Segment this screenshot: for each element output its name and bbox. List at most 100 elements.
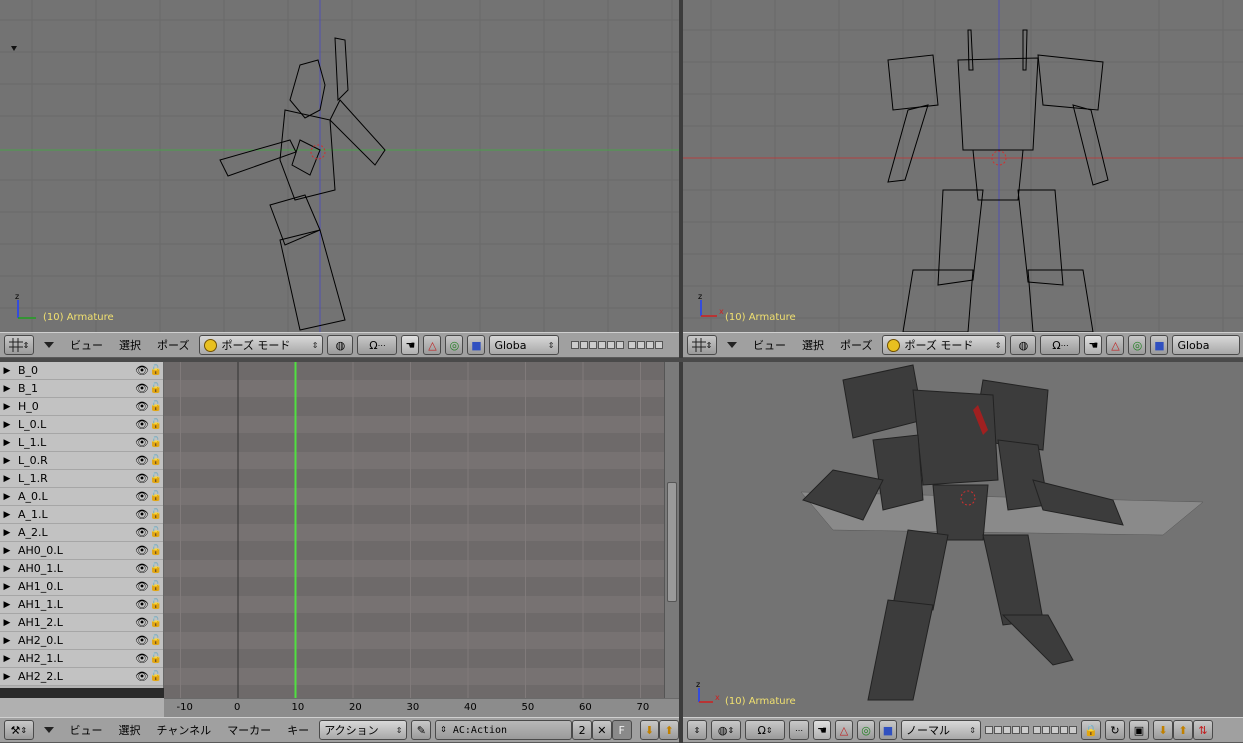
eye-icon[interactable]: 👁 (135, 364, 149, 377)
viewport-side[interactable]: z (10) Armature (0, 0, 679, 332)
draw-type-button[interactable]: ◍ (327, 335, 354, 355)
menu-select[interactable]: 選択 (796, 337, 830, 353)
editor-type-button[interactable]: ⇕ (4, 335, 34, 355)
channel-row[interactable]: ▶ L_0.L 👁 🔓 (0, 416, 163, 434)
lock-icon[interactable]: 🔓 (149, 455, 163, 466)
action-name-field[interactable]: ⇕ AC:Action (435, 720, 573, 740)
channel-row[interactable]: ▶ B_0 👁 🔓 (0, 362, 163, 380)
lock-icon[interactable]: 🔓 (149, 473, 163, 484)
translate-manipulator[interactable]: △ (1106, 335, 1125, 355)
opengl-render-button[interactable]: ▣ (1129, 720, 1149, 740)
channel-row[interactable]: ▶ AH1_1.L 👁 🔓 (0, 596, 163, 614)
layer-buttons-2[interactable] (628, 341, 664, 349)
eye-icon[interactable]: 👁 (135, 490, 149, 503)
expand-triangle-icon[interactable]: ▶ (0, 636, 14, 646)
area-divider-vertical[interactable] (679, 0, 683, 743)
expand-triangle-icon[interactable]: ▶ (0, 618, 14, 628)
collapse-menu-icon[interactable] (43, 727, 54, 733)
vertical-scrollbar[interactable] (664, 362, 679, 698)
menu-pose[interactable]: ポーズ (151, 337, 195, 353)
channel-row[interactable]: ▶ AH0_0.L 👁 🔓 (0, 542, 163, 560)
collapse-menu-icon[interactable] (727, 342, 737, 348)
paste-pose-button[interactable]: ⬆ (659, 720, 679, 740)
lock-icon[interactable]: 🔓 (149, 365, 163, 376)
lock-icon[interactable]: 🔓 (149, 563, 163, 574)
action-users-count[interactable]: 2 (572, 720, 593, 740)
action-browse-button[interactable]: ✎ (411, 720, 432, 740)
expand-triangle-icon[interactable]: ▶ (0, 402, 14, 412)
eye-icon[interactable]: 👁 (135, 562, 149, 575)
channel-row[interactable]: ▶ AH2_1.L 👁 🔓 (0, 650, 163, 668)
lock-layers-button[interactable]: 🔒 (1081, 720, 1101, 740)
menu-marker[interactable]: マーカー (221, 722, 277, 738)
channel-row[interactable]: ▶ L_1.L 👁 🔓 (0, 434, 163, 452)
collapse-menu-icon[interactable] (44, 342, 54, 348)
translate-manipulator[interactable]: △ (423, 335, 442, 355)
eye-icon[interactable]: 👁 (135, 472, 149, 485)
lock-icon[interactable]: 🔓 (149, 401, 163, 412)
snap-button[interactable]: ⋯ (789, 720, 809, 740)
eye-icon[interactable]: 👁 (135, 544, 149, 557)
lock-icon[interactable]: 🔓 (149, 527, 163, 538)
eye-icon[interactable]: 👁 (135, 382, 149, 395)
menu-channel[interactable]: チャンネル (151, 722, 218, 738)
eye-icon[interactable]: 👁 (135, 580, 149, 593)
lock-icon[interactable]: 🔓 (149, 383, 163, 394)
expand-triangle-icon[interactable]: ▶ (0, 510, 14, 520)
pivot-button[interactable]: Ω ⋯ (1040, 335, 1081, 355)
menu-select[interactable]: 選択 (113, 722, 147, 738)
lock-icon[interactable]: 🔓 (149, 635, 163, 646)
expand-triangle-icon[interactable]: ▶ (0, 474, 14, 484)
lock-icon[interactable]: 🔓 (149, 419, 163, 430)
channel-row[interactable]: ▶ H_0 👁 🔓 (0, 398, 163, 416)
expand-triangle-icon[interactable]: ▶ (0, 672, 14, 682)
layer-buttons[interactable] (571, 341, 625, 349)
expand-triangle-icon[interactable]: ▶ (0, 456, 14, 466)
channel-row[interactable]: ▶ AH1_2.L 👁 🔓 (0, 614, 163, 632)
channel-row[interactable]: ▶ A_2.L 👁 🔓 (0, 524, 163, 542)
layer-buttons[interactable] (985, 726, 1029, 734)
mode-dropdown[interactable]: ポーズ モード ⇕ (199, 335, 324, 355)
pivot-button[interactable]: Ω ⋯ (357, 335, 398, 355)
viewport-perspective[interactable]: z x (10) Armature (683, 360, 1243, 717)
eye-icon[interactable]: 👁 (135, 526, 149, 539)
paste-flipped-button[interactable]: ⇅ (1193, 720, 1213, 740)
channel-row[interactable]: ▶ L_0.R 👁 🔓 (0, 452, 163, 470)
rotate-manipulator[interactable]: ◎ (1128, 335, 1147, 355)
lock-icon[interactable]: 🔓 (149, 581, 163, 592)
orientation-dropdown[interactable]: ノーマル ⇕ (901, 720, 981, 740)
scale-manipulator[interactable]: ■ (879, 720, 897, 740)
eye-icon[interactable]: 👁 (135, 418, 149, 431)
manipulator-toggle[interactable]: ☚ (1084, 335, 1103, 355)
scale-manipulator[interactable]: ■ (467, 335, 486, 355)
channel-row[interactable]: ▶ L_1.R 👁 🔓 (0, 470, 163, 488)
expand-triangle-icon[interactable]: ▶ (0, 546, 14, 556)
eye-icon[interactable]: 👁 (135, 670, 149, 683)
rotate-manipulator[interactable]: ◎ (857, 720, 875, 740)
lock-icon[interactable]: 🔓 (149, 653, 163, 664)
paste-button[interactable]: ⬆ (1173, 720, 1193, 740)
expand-triangle-icon[interactable]: ▶ (0, 654, 14, 664)
eye-icon[interactable]: 👁 (135, 634, 149, 647)
render-button[interactable]: ↻ (1105, 720, 1125, 740)
channel-row[interactable]: ▶ AH2_0.L 👁 🔓 (0, 632, 163, 650)
eye-icon[interactable]: 👁 (135, 616, 149, 629)
menu-view[interactable]: ビュー (64, 722, 109, 738)
editor-mode-dropdown[interactable]: アクション ⇕ (319, 720, 408, 740)
rotate-manipulator[interactable]: ◎ (445, 335, 464, 355)
eye-icon[interactable]: 👁 (135, 454, 149, 467)
menu-view[interactable]: ビュー (64, 337, 109, 353)
expand-triangle-icon[interactable]: ▶ (0, 420, 14, 430)
editor-type-button[interactable]: ⚒ ⇕ (4, 720, 34, 740)
scale-manipulator[interactable]: ■ (1150, 335, 1169, 355)
lock-icon[interactable]: 🔓 (149, 491, 163, 502)
expand-triangle-icon[interactable]: ▶ (0, 492, 14, 502)
channel-row[interactable]: ▶ AH2_2.L 👁 🔓 (0, 668, 163, 686)
unlink-action-button[interactable]: ✕ (592, 720, 612, 740)
channel-row[interactable]: ▶ A_1.L 👁 🔓 (0, 506, 163, 524)
menu-select[interactable]: 選択 (113, 337, 147, 353)
menu-pose[interactable]: ポーズ (834, 337, 878, 353)
expand-triangle-icon[interactable]: ▶ (0, 528, 14, 538)
manipulator-toggle[interactable]: ☚ (813, 720, 831, 740)
mode-dropdown[interactable]: ポーズ モード ⇕ (882, 335, 1007, 355)
